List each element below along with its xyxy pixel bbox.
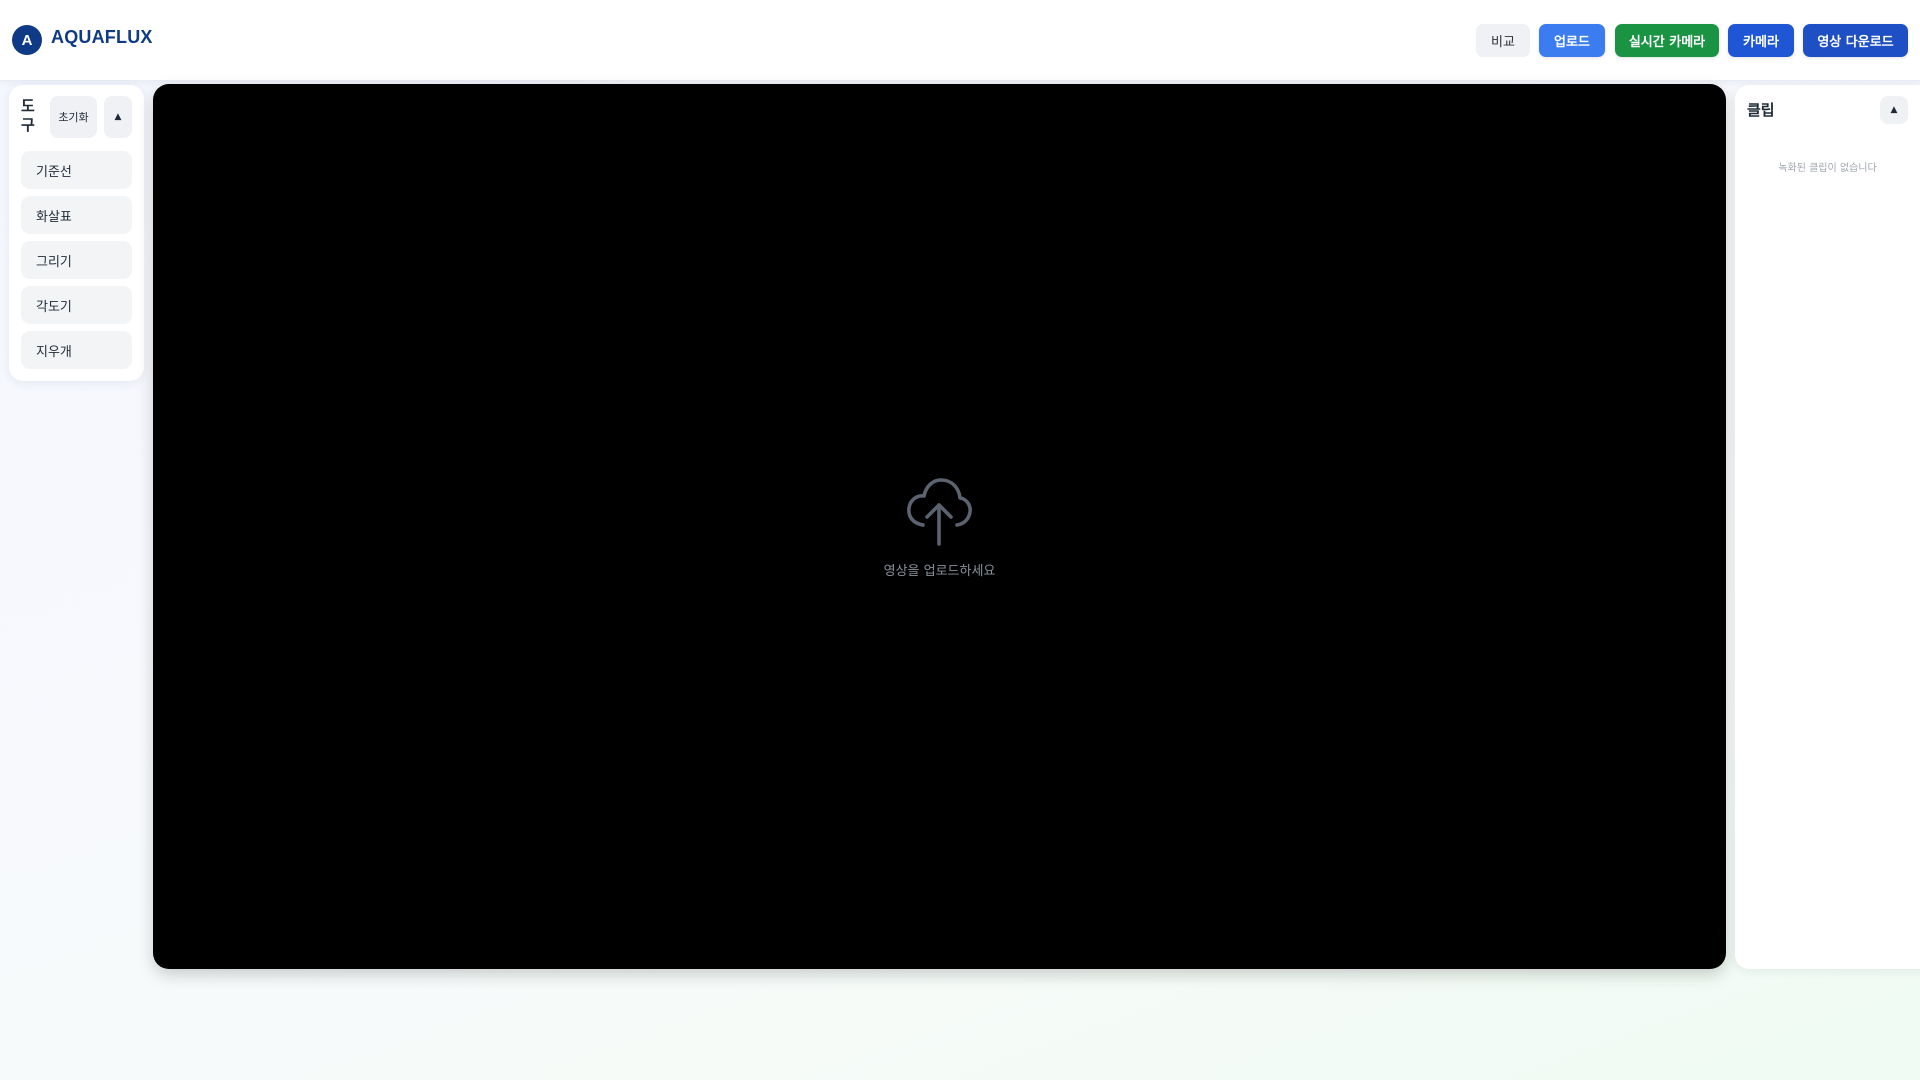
clips-collapse-button[interactable]: ▲ [1880, 96, 1908, 124]
chevron-up-icon: ▲ [1890, 105, 1898, 115]
camera-button[interactable]: 카메라 [1728, 24, 1794, 57]
tools-panel: 도구 초기화 ▲ 기준선 화살표 그리기 각도기 지우개 [9, 85, 144, 381]
clips-empty-message: 녹화된 클립이 없습니다 [1778, 163, 1877, 174]
compare-button[interactable]: 비교 [1476, 24, 1530, 57]
tool-eraser[interactable]: 지우개 [21, 331, 132, 369]
tool-arrow[interactable]: 화살표 [21, 196, 132, 234]
upload-cloud-icon [907, 478, 972, 546]
video-player[interactable]: 영상을 업로드하세요 [153, 84, 1726, 969]
clips-title: 클립 [1747, 101, 1775, 119]
tool-baseline[interactable]: 기준선 [21, 151, 132, 189]
tools-collapse-button[interactable]: ▲ [104, 96, 132, 138]
top-header: A AQUAFLUX 비교 업로드 실시간 카메라 카메라 영상 다운로드 [0, 0, 1920, 81]
clips-panel: 클립 ▲ 녹화된 클립이 없습니다 [1735, 85, 1920, 969]
reset-button[interactable]: 초기화 [50, 96, 97, 138]
live-camera-button[interactable]: 실시간 카메라 [1615, 24, 1719, 57]
app-name: AQUAFLUX [51, 27, 153, 47]
upload-hint: 영상을 업로드하세요 [883, 564, 996, 579]
tools-title: 도구 [21, 97, 35, 134]
chevron-up-icon: ▲ [114, 112, 122, 122]
tool-protractor[interactable]: 각도기 [21, 286, 132, 324]
download-video-button[interactable]: 영상 다운로드 [1803, 24, 1908, 57]
logo-badge: A [12, 25, 42, 55]
tool-draw[interactable]: 그리기 [21, 241, 132, 279]
upload-button[interactable]: 업로드 [1539, 24, 1605, 57]
